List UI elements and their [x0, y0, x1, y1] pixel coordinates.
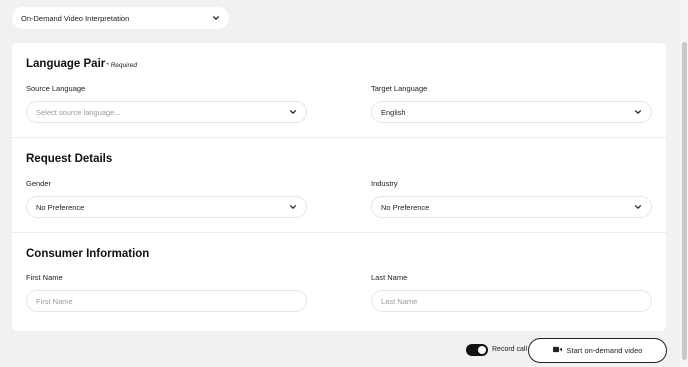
record-call-toggle[interactable]	[466, 344, 488, 356]
source-language-label: Source Language	[26, 84, 86, 93]
target-language-label: Target Language	[371, 84, 428, 93]
chevron-down-icon	[212, 14, 220, 22]
target-language-value: English	[381, 107, 406, 117]
vertical-scrollbar[interactable]	[680, 0, 688, 367]
first-name-input[interactable]: First Name	[26, 290, 307, 312]
industry-label: Industry	[371, 179, 398, 188]
chevron-down-icon	[634, 203, 642, 211]
gender-select[interactable]: No Preference	[26, 196, 307, 218]
scrollbar-thumb[interactable]	[682, 42, 687, 360]
gender-value: No Preference	[36, 202, 85, 212]
start-on-demand-video-button[interactable]: Start on-demand video	[528, 338, 667, 363]
toggle-knob	[478, 346, 486, 354]
last-name-input[interactable]: Last Name	[371, 290, 652, 312]
language-pair-title: Language Pair* Required	[26, 58, 137, 70]
source-language-placeholder: Select source language...	[36, 107, 121, 117]
language-pair-heading: Language Pair	[26, 58, 106, 70]
source-language-select[interactable]: Select source language...	[26, 101, 307, 123]
record-call-label: Record call	[492, 346, 528, 353]
start-button-label: Start on-demand video	[566, 346, 643, 355]
chevron-down-icon	[289, 203, 297, 211]
last-name-label: Last Name	[371, 273, 408, 282]
chevron-down-icon	[634, 108, 642, 116]
industry-value: No Preference	[381, 202, 430, 212]
gender-label: Gender	[26, 179, 52, 188]
consumer-information-title: Consumer Information	[26, 248, 150, 260]
request-form-card: Language Pair* Required Source Language …	[12, 43, 666, 331]
section-divider	[12, 137, 666, 138]
request-details-title: Request Details	[26, 153, 113, 165]
first-name-placeholder: First Name	[36, 296, 73, 306]
service-type-select[interactable]: On-Demand Video Interpretation	[12, 7, 229, 29]
required-note: * Required	[106, 62, 137, 69]
video-camera-icon	[552, 346, 562, 355]
section-divider	[12, 232, 666, 233]
chevron-down-icon	[289, 108, 297, 116]
target-language-select[interactable]: English	[371, 101, 652, 123]
first-name-label: First Name	[26, 273, 63, 282]
last-name-placeholder: Last Name	[381, 296, 418, 306]
industry-select[interactable]: No Preference	[371, 196, 652, 218]
service-type-value: On-Demand Video Interpretation	[21, 13, 130, 23]
